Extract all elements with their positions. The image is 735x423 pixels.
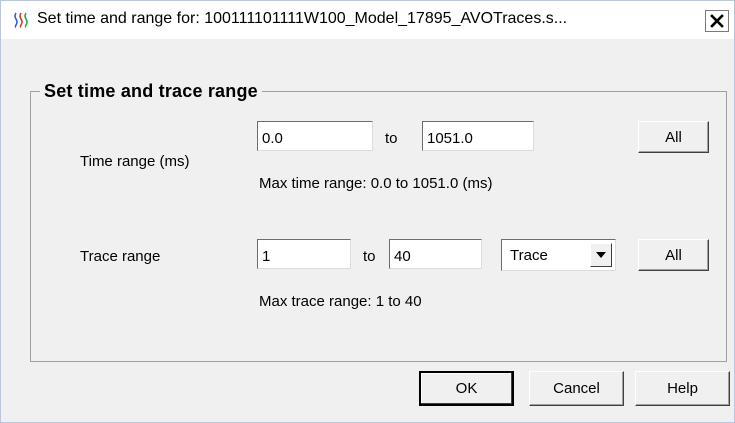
trace-end-input[interactable] xyxy=(389,239,482,269)
trace-max-text: Max trace range: 1 to 40 xyxy=(259,293,422,310)
time-range-label: Time range (ms) xyxy=(80,153,190,170)
trace-unit-value: Trace xyxy=(510,247,548,264)
app-traces-icon xyxy=(13,12,31,28)
chevron-down-icon xyxy=(596,252,606,258)
ok-button[interactable]: OK xyxy=(419,371,514,406)
cancel-button[interactable]: Cancel xyxy=(529,371,624,406)
time-all-button[interactable]: All xyxy=(638,121,709,153)
group-title: Set time and trace range xyxy=(40,81,262,102)
trace-range-label: Trace range xyxy=(80,248,161,265)
dialog-window: Set time and range for: 100111101111W100… xyxy=(0,0,735,423)
close-button[interactable] xyxy=(705,10,729,32)
trace-all-button[interactable]: All xyxy=(638,239,709,271)
time-start-input[interactable] xyxy=(257,121,373,151)
time-end-input[interactable] xyxy=(422,121,534,151)
time-trace-groupbox xyxy=(30,91,727,362)
trace-unit-select[interactable]: Trace xyxy=(501,239,616,271)
help-button[interactable]: Help xyxy=(635,371,730,406)
title-bar[interactable]: Set time and range for: 100111101111W100… xyxy=(1,1,734,39)
dropdown-arrow-button[interactable] xyxy=(590,243,612,267)
close-icon xyxy=(710,14,724,28)
trace-to-label: to xyxy=(363,248,376,265)
time-to-label: to xyxy=(385,130,398,147)
time-max-text: Max time range: 0.0 to 1051.0 (ms) xyxy=(259,175,493,192)
window-title: Set time and range for: 100111101111W100… xyxy=(37,10,568,27)
trace-start-input[interactable] xyxy=(257,239,351,269)
